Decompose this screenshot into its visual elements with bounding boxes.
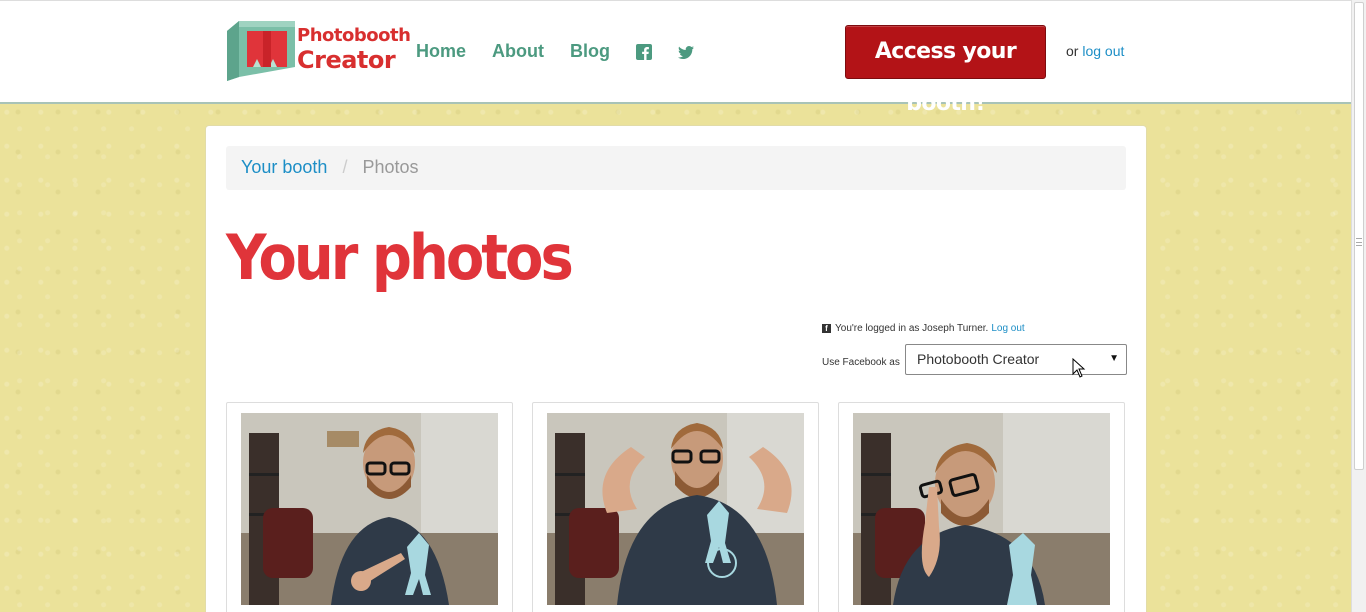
facebook-logout-link[interactable]: Log out [991,323,1024,334]
photo-image[interactable] [547,413,804,605]
nav-about-link[interactable]: About [492,41,544,62]
header-logout: or log out [1066,43,1124,59]
use-facebook-label: Use Facebook as [822,357,900,368]
mouse-cursor-icon [1072,358,1086,378]
facebook-small-icon: f [822,324,831,333]
facebook-account-select[interactable]: Photobooth Creator ▼ [905,344,1127,375]
facebook-status: f You're logged in as Joseph Turner. Log… [822,323,1025,334]
page: Photobooth Creator Home About Blog Acces… [0,0,1351,612]
main-content: Your booth / Photos Your photos f You're… [205,125,1147,612]
photo-image[interactable] [853,413,1110,605]
main-nav: Home About Blog [416,41,720,62]
breadcrumb-current: Photos [362,157,419,177]
breadcrumb: Your booth / Photos [226,146,1126,190]
photo-card[interactable] [532,402,819,612]
scrollbar-grip-icon [1356,238,1362,246]
nav-home-link[interactable]: Home [416,41,466,62]
breadcrumb-your-booth[interactable]: Your booth [241,157,327,177]
page-scrollbar[interactable] [1351,0,1366,612]
photo-card[interactable] [226,402,513,612]
photo-card[interactable] [838,402,1125,612]
logo-text: Photobooth Creator [297,25,411,74]
twitter-icon[interactable] [678,44,694,60]
photo-image[interactable] [241,413,498,605]
logo-line-1: Photobooth [297,25,411,46]
facebook-status-text: You're logged in as Joseph Turner. [835,323,989,334]
facebook-icon[interactable] [636,43,652,60]
site-header: Photobooth Creator Home About Blog Acces… [0,0,1351,116]
page-title: Your photos [226,222,574,295]
caret-down-icon: ▼ [1109,353,1119,364]
logo[interactable]: Photobooth Creator [225,19,411,83]
booth-logo-icon [227,21,295,81]
access-booth-button[interactable]: Access your booth! [845,25,1046,116]
breadcrumb-separator: / [342,157,348,177]
nav-blog-link[interactable]: Blog [570,41,610,62]
logo-line-2: Creator [297,46,396,74]
or-text: or [1066,43,1079,59]
scrollbar-thumb[interactable] [1354,2,1364,470]
header-logout-link[interactable]: log out [1082,43,1124,59]
facebook-account-selected: Photobooth Creator [917,351,1040,367]
